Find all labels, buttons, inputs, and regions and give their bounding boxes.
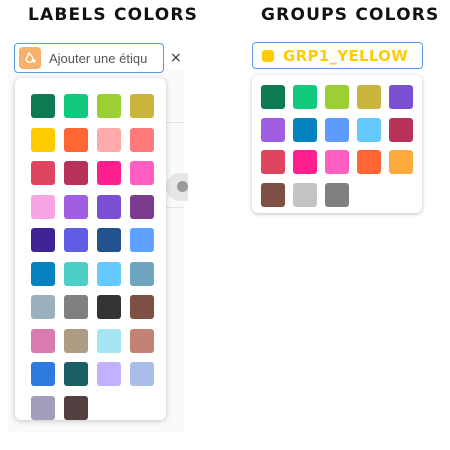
color-swatch[interactable] [31,228,55,252]
color-swatch[interactable] [64,228,88,252]
color-swatch[interactable] [293,182,317,207]
color-swatch[interactable] [64,127,88,152]
group-color-dot [262,49,274,62]
color-swatch[interactable] [130,362,154,386]
color-swatch[interactable] [261,117,285,142]
color-swatch[interactable] [97,127,121,152]
color-swatch[interactable] [64,362,88,386]
color-swatch[interactable] [130,194,154,219]
groups-color-grid [261,85,413,207]
label-input-placeholder: Ajouter une étiqu [49,50,148,66]
color-swatch[interactable] [325,117,349,142]
color-swatch[interactable] [31,261,55,286]
color-swatch[interactable] [389,117,413,142]
color-swatch[interactable] [64,161,88,185]
color-swatch[interactable] [130,127,154,152]
color-swatch[interactable] [357,117,381,142]
color-swatch[interactable] [64,261,88,286]
color-swatch[interactable] [130,228,154,252]
color-swatch[interactable] [97,261,121,286]
color-swatch[interactable] [261,182,285,207]
color-swatch[interactable] [31,127,55,152]
color-swatch[interactable] [325,85,349,109]
color-swatch[interactable] [261,85,285,109]
groups-color-palette [252,75,422,213]
color-swatch[interactable] [130,295,154,319]
color-swatch[interactable] [130,261,154,286]
color-swatch[interactable] [31,328,55,353]
close-icon[interactable]: × [170,50,182,66]
labels-color-grid [31,94,154,420]
color-swatch[interactable] [31,295,55,319]
color-swatch[interactable] [293,150,317,174]
background-divider [166,207,184,208]
color-swatch[interactable] [389,85,413,109]
labels-colors-title: LABELS COLORS [28,5,199,25]
color-swatch[interactable] [97,328,121,353]
groups-colors-title: GROUPS COLORS [261,5,440,25]
color-swatch[interactable] [130,94,154,118]
color-swatch[interactable] [261,150,285,174]
group-select[interactable]: GRP1_YELLOW [252,42,423,69]
label-input[interactable]: Ajouter une étiqu [14,43,164,73]
color-swatch[interactable] [64,328,88,353]
color-swatch[interactable] [97,362,121,386]
color-swatch[interactable] [31,94,55,118]
color-swatch[interactable] [357,150,381,174]
color-swatch[interactable] [31,161,55,185]
color-swatch[interactable] [293,85,317,109]
color-swatch[interactable] [31,395,55,420]
color-swatch[interactable] [357,85,381,109]
paint-drop-icon[interactable] [19,47,41,69]
color-swatch[interactable] [97,295,121,319]
color-swatch[interactable] [31,194,55,219]
color-swatch[interactable] [64,395,88,420]
color-swatch[interactable] [97,94,121,118]
color-swatch[interactable] [64,194,88,219]
color-swatch[interactable] [130,161,154,185]
color-swatch[interactable] [130,328,154,353]
color-swatch[interactable] [97,161,121,185]
labels-color-palette [15,78,166,420]
color-swatch[interactable] [325,182,349,207]
color-swatch[interactable] [64,94,88,118]
color-swatch[interactable] [64,295,88,319]
color-swatch[interactable] [293,117,317,142]
color-swatch[interactable] [97,228,121,252]
group-selected-value: GRP1_YELLOW [283,46,409,65]
color-swatch[interactable] [389,150,413,174]
color-swatch[interactable] [325,150,349,174]
background-toggle [166,173,188,201]
color-swatch[interactable] [31,362,55,386]
color-swatch[interactable] [97,194,121,219]
